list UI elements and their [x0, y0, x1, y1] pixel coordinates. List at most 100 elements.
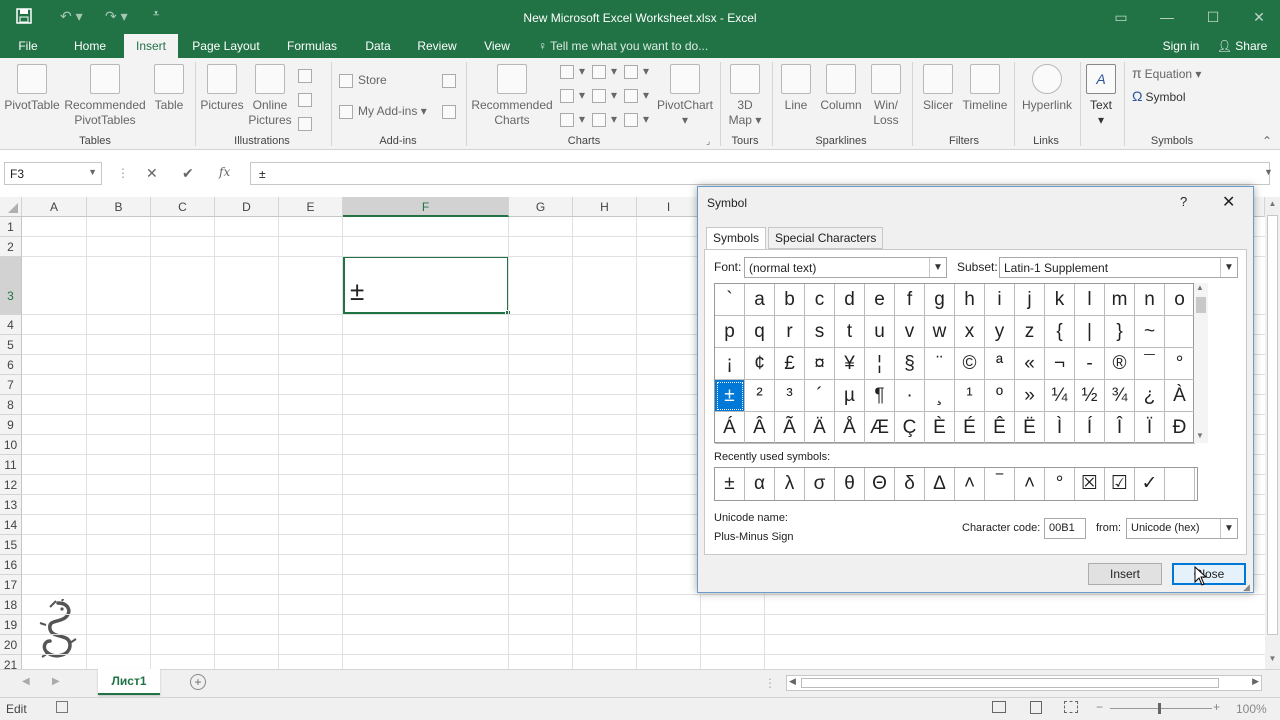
tab-page-layout[interactable]: Page Layout [186, 34, 266, 58]
vertical-scrollbar[interactable]: ▲ ▼ [1265, 197, 1280, 669]
tab-special-characters[interactable]: Special Characters [768, 227, 884, 249]
smartart-icon[interactable] [298, 92, 317, 107]
column-header[interactable]: H [573, 197, 637, 217]
symbol-cell[interactable]: Æ [865, 412, 895, 444]
recent-symbol-cell[interactable]: ‾ [985, 468, 1015, 500]
symbol-cell[interactable]: e [865, 284, 895, 316]
tab-split-icon[interactable]: ⋮ [764, 676, 776, 690]
symbol-cell[interactable]: È [925, 412, 955, 444]
row-header[interactable]: 2 [0, 237, 22, 257]
recent-symbol-cell[interactable]: δ [895, 468, 925, 500]
column-header[interactable]: B [87, 197, 151, 217]
tab-home[interactable]: Home [66, 34, 114, 58]
symbol-cell[interactable]: ¥ [835, 348, 865, 380]
row-header[interactable]: 5 [0, 335, 22, 355]
symbol-cell[interactable]: m [1105, 284, 1135, 316]
row-header[interactable]: 1 [0, 217, 22, 237]
symbol-cell[interactable]: © [955, 348, 985, 380]
symbol-cell[interactable]: ~ [1135, 316, 1165, 348]
symbol-cell[interactable]: ¾ [1105, 380, 1135, 412]
column-header[interactable]: G [509, 197, 573, 217]
symbol-cell[interactable]: ¯ [1135, 348, 1165, 380]
online-pictures-button[interactable]: Online Pictures [246, 64, 294, 128]
row-header[interactable]: 4 [0, 315, 22, 335]
name-box-dropdown-icon[interactable]: ▼ [88, 167, 97, 177]
symbol-cell[interactable]: v [895, 316, 925, 348]
page-layout-view-icon[interactable] [1030, 701, 1042, 714]
symbol-cell[interactable]: ´ [805, 380, 835, 412]
symbol-cell[interactable]: u [865, 316, 895, 348]
cancel-icon[interactable]: ✕ [146, 165, 158, 182]
sparkline-column-button[interactable]: Column [818, 64, 864, 113]
symbol-cell[interactable]: s [805, 316, 835, 348]
symbol-cell[interactable]: ¡ [715, 348, 745, 380]
row-header[interactable]: 8 [0, 395, 22, 415]
column-header[interactable]: I [637, 197, 701, 217]
symbol-cell[interactable]: ¶ [865, 380, 895, 412]
people-graph-icon[interactable] [442, 104, 461, 119]
enter-icon[interactable]: ✔ [182, 165, 194, 182]
symbol-cell[interactable]: } [1105, 316, 1135, 348]
expand-formula-bar-icon[interactable]: ▼ [1264, 167, 1273, 177]
scroll-up-icon[interactable]: ▲ [1196, 283, 1204, 292]
scroll-right-icon[interactable]: ▶ [1252, 676, 1259, 687]
zoom-level[interactable]: 100% [1236, 702, 1267, 716]
timeline-button[interactable]: Timeline [960, 64, 1010, 113]
sheet-tab-active[interactable]: Лист1 [98, 669, 160, 695]
scroll-left-icon[interactable]: ◀ [789, 676, 796, 687]
row-header[interactable]: 13 [0, 495, 22, 515]
symbol-cell[interactable]: l [1075, 284, 1105, 316]
symbol-cell[interactable]: q [745, 316, 775, 348]
symbol-cell[interactable]: Ï [1135, 412, 1165, 444]
recent-symbol-cell[interactable]: ☑ [1105, 468, 1135, 500]
symbol-cell[interactable]: « [1015, 348, 1045, 380]
symbol-cell[interactable]: Ê [985, 412, 1015, 444]
recent-symbol-cell[interactable] [1165, 468, 1195, 500]
hierarchy-chart-icon[interactable]: ▾ [592, 64, 617, 79]
column-header[interactable]: D [215, 197, 279, 217]
pie-chart-icon[interactable]: ▾ [560, 112, 585, 127]
row-header[interactable]: 10 [0, 435, 22, 455]
symbol-cell[interactable]: x [955, 316, 985, 348]
column-header[interactable]: A [22, 197, 87, 217]
column-header[interactable]: F [343, 197, 509, 217]
symbol-cell[interactable]: Ð [1165, 412, 1195, 444]
symbol-cell[interactable]: ¤ [805, 348, 835, 380]
symbol-cell[interactable]: ¿ [1135, 380, 1165, 412]
font-select[interactable]: (normal text) ▼ [744, 257, 947, 278]
row-header[interactable]: 19 [0, 615, 22, 635]
name-box[interactable]: F3 ▼ [4, 162, 102, 185]
share-button[interactable]: 👤︎ Share [1212, 34, 1272, 58]
recent-symbol-cell[interactable]: ˄ [1015, 468, 1045, 500]
insert-function-icon[interactable]: fx [219, 165, 230, 179]
symbol-cell[interactable]: a [745, 284, 775, 316]
symbol-cell[interactable]: £ [775, 348, 805, 380]
symbol-cell[interactable]: ¼ [1045, 380, 1075, 412]
pivotchart-button[interactable]: PivotChart ▾ [656, 64, 714, 128]
row-header[interactable]: 18 [0, 595, 22, 615]
collapse-ribbon-icon[interactable]: ⌃ [1262, 134, 1272, 148]
symbol-cell[interactable]: · [895, 380, 925, 412]
row-header[interactable]: 12 [0, 475, 22, 495]
zoom-out-icon[interactable]: − [1096, 700, 1103, 714]
symbol-cell[interactable]: t [835, 316, 865, 348]
symbol-scroll-thumb[interactable] [1196, 297, 1206, 313]
equation-button[interactable]: π Equation ▾ [1132, 65, 1201, 81]
pictures-button[interactable]: Pictures [198, 64, 246, 113]
hyperlink-button[interactable]: Hyperlink [1018, 64, 1076, 113]
vertical-scroll-thumb[interactable] [1267, 215, 1278, 635]
active-cell-F3[interactable]: ± [343, 256, 509, 314]
symbol-cell[interactable]: g [925, 284, 955, 316]
screenshot-icon[interactable] [298, 116, 317, 131]
row-header[interactable]: 20 [0, 635, 22, 655]
recent-symbol-cell[interactable]: ± [715, 468, 745, 500]
select-all-corner[interactable] [0, 197, 22, 217]
charts-dialog-launcher-icon[interactable]: ⌟ [706, 136, 710, 147]
symbol-cell[interactable]: Â [745, 412, 775, 444]
tab-symbols[interactable]: Symbols [706, 227, 767, 250]
symbol-cell[interactable]: ¦ [865, 348, 895, 380]
my-addins-button[interactable]: My Add-ins ▾ [339, 104, 427, 119]
recent-symbol-cell[interactable]: ✓ [1135, 468, 1165, 500]
scatter-chart-icon[interactable]: ▾ [624, 112, 649, 127]
symbol-cell[interactable]: » [1015, 380, 1045, 412]
